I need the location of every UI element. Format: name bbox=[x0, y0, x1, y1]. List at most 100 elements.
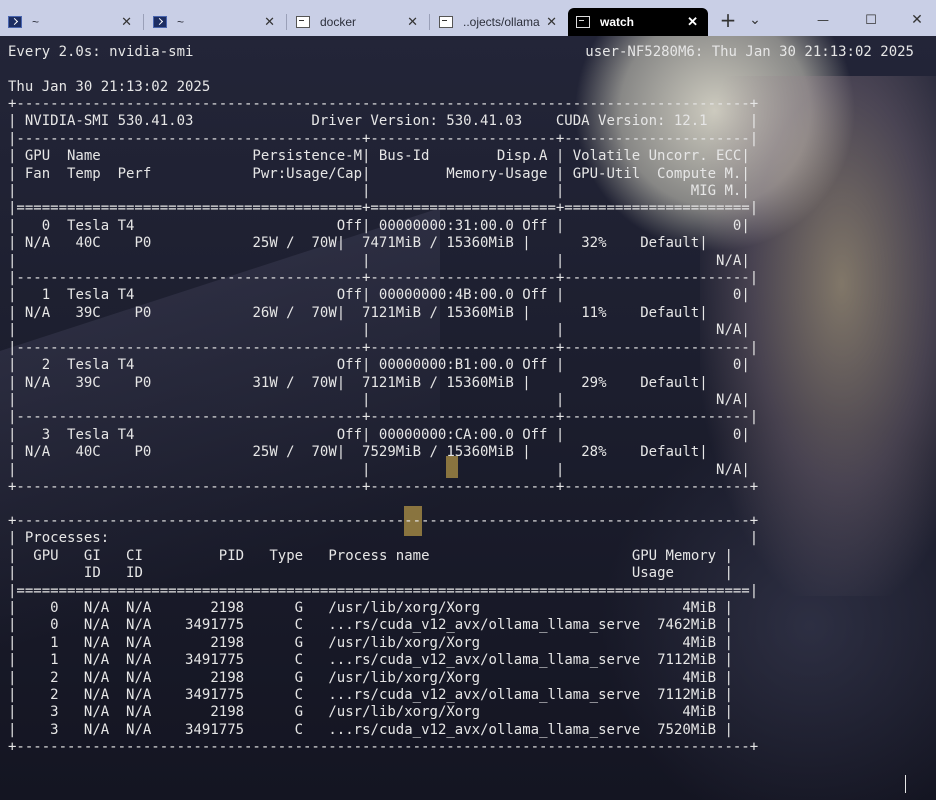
table-line: |=======================================… bbox=[8, 582, 759, 599]
proc-pid: 3491775 bbox=[168, 721, 245, 738]
proc-type: C bbox=[260, 687, 304, 704]
proc-type: C bbox=[260, 617, 304, 634]
col-header: Volatile Uncorr. ECC bbox=[564, 148, 742, 165]
table-line: +---------------------------------------… bbox=[8, 513, 759, 529]
table-line: |---------------------------------------… bbox=[8, 130, 759, 147]
minimize-button[interactable]: — bbox=[808, 8, 838, 32]
proc-pid: 2198 bbox=[168, 669, 245, 686]
gpu-persistence: Off bbox=[252, 357, 363, 374]
gpu-power: 25W / 70W bbox=[151, 444, 337, 461]
col-header bbox=[328, 565, 631, 581]
table-line: | 2 N/A N/A 3491775 C ...rs/cuda_v12_avx… bbox=[8, 687, 733, 704]
proc-gpu: 3 bbox=[33, 721, 59, 738]
gpu-disp: Off bbox=[522, 426, 556, 443]
processes-title: Processes: bbox=[24, 530, 742, 547]
gpu-memory: 7121MiB / 15360MiB bbox=[353, 374, 514, 391]
table-line: |---------------------------------------… bbox=[8, 409, 759, 426]
title-bar: ~ ✕ ~ ✕ docker ✕ ..ojects/ollama ✕ watch… bbox=[0, 0, 936, 36]
table-line: | | | MIG M.| bbox=[8, 183, 750, 200]
proc-ci: N/A bbox=[126, 634, 152, 651]
table-line: +---------------------------------------… bbox=[8, 739, 759, 756]
gpu-disp: Off bbox=[522, 287, 556, 304]
proc-type: G bbox=[260, 669, 304, 686]
table-line: | NVIDIA-SMI 530.41.03 Driver Version: 5… bbox=[8, 113, 759, 130]
window-close-button[interactable]: ✕ bbox=[902, 8, 932, 32]
gpu-perf: P0 bbox=[134, 304, 152, 321]
proc-gi: N/A bbox=[83, 652, 110, 669]
gpu-util: 28% bbox=[539, 444, 607, 461]
col-header: ID bbox=[83, 565, 110, 582]
proc-name: ...rs/cuda_v12_avx/ollama_llama_serve bbox=[328, 617, 641, 634]
close-icon[interactable]: ✕ bbox=[546, 14, 557, 30]
terminal-pane[interactable]: Every 2.0s: nvidia-smi user-NF5280M6: Th… bbox=[0, 36, 936, 800]
gpu-fan: N/A bbox=[24, 374, 59, 391]
tab-powershell-1[interactable]: ~ ✕ bbox=[0, 8, 142, 36]
table-line: | ID ID Usage | bbox=[8, 565, 733, 582]
close-icon[interactable]: ✕ bbox=[264, 14, 275, 30]
table-line: | 3 Tesla T4 Off| 00000000:CA:00.0 Off |… bbox=[8, 426, 750, 443]
table-line: |=======================================… bbox=[8, 200, 759, 217]
gpu-memory: 7529MiB / 15360MiB bbox=[353, 444, 514, 461]
col-header: GPU bbox=[33, 547, 59, 564]
tab-dropdown-button[interactable]: ⌄ bbox=[744, 8, 766, 32]
proc-gi: N/A bbox=[83, 704, 110, 721]
proc-mem: 4MiB bbox=[640, 704, 717, 721]
gpu-persistence: Off bbox=[252, 287, 363, 304]
table-line: | | | N/A| bbox=[8, 391, 750, 408]
gpu-status-table: +---------------------------------------… bbox=[8, 96, 758, 496]
gpu-perf: P0 bbox=[134, 374, 152, 391]
tab-ollama[interactable]: ..ojects/ollama ✕ bbox=[431, 8, 567, 36]
col-header bbox=[236, 183, 362, 199]
proc-gi: N/A bbox=[83, 721, 110, 738]
gpu-id: 0 bbox=[24, 217, 51, 234]
proc-name: /usr/lib/xorg/Xorg bbox=[328, 704, 641, 721]
gpu-util: 11% bbox=[539, 304, 607, 321]
gpu-memory: 7121MiB / 15360MiB bbox=[353, 304, 514, 321]
table-line: | 2 Tesla T4 Off| 00000000:B1:00.0 Off |… bbox=[8, 357, 750, 374]
proc-gpu: 1 bbox=[33, 634, 59, 651]
close-icon[interactable]: ✕ bbox=[687, 14, 698, 30]
gpu-temp: 40C bbox=[67, 444, 101, 461]
proc-gi: N/A bbox=[83, 617, 110, 634]
tab-label: ~ bbox=[177, 15, 185, 29]
proc-gi: N/A bbox=[83, 669, 110, 686]
tab-docker[interactable]: docker ✕ bbox=[288, 8, 428, 36]
proc-ci: N/A bbox=[126, 600, 152, 617]
terminal-icon bbox=[439, 16, 453, 28]
gpu-power: 26W / 70W bbox=[151, 304, 337, 321]
smi-version-line: NVIDIA-SMI 530.41.03 Driver Version: 530… bbox=[24, 113, 742, 130]
tab-powershell-2[interactable]: ~ ✕ bbox=[145, 8, 285, 36]
gpu-name: Tesla T4 bbox=[67, 426, 253, 443]
col-header: Pwr:Usage/Cap bbox=[235, 165, 363, 182]
table-line: | Fan Temp Perf Pwr:Usage/Cap| Memory-Us… bbox=[8, 165, 750, 182]
watch-command-line: Every 2.0s: nvidia-smi bbox=[8, 44, 194, 60]
proc-gi: N/A bbox=[83, 634, 110, 651]
gpu-bus-id: 00000000:B1:00.0 bbox=[378, 357, 514, 374]
gpu-fan: N/A bbox=[24, 444, 59, 461]
proc-mem: 4MiB bbox=[640, 600, 717, 617]
gpu-name: Tesla T4 bbox=[67, 357, 253, 374]
new-tab-button[interactable]: + bbox=[714, 8, 742, 32]
proc-name: /usr/lib/xorg/Xorg bbox=[328, 634, 641, 651]
table-line: | 2 N/A N/A 2198 G /usr/lib/xorg/Xorg 4M… bbox=[8, 669, 733, 686]
proc-mem: 4MiB bbox=[640, 634, 717, 651]
tab-divider bbox=[143, 14, 144, 30]
gpu-disp: Off bbox=[522, 217, 556, 234]
gpu-mig: N/A bbox=[572, 461, 742, 478]
gpu-bus-id: 00000000:31:00.0 bbox=[378, 217, 514, 234]
proc-ci: N/A bbox=[126, 704, 152, 721]
table-line: +---------------------------------------… bbox=[8, 96, 759, 112]
proc-mem: 7112MiB bbox=[640, 687, 717, 704]
maximize-button[interactable]: ☐ bbox=[856, 8, 886, 32]
close-icon[interactable]: ✕ bbox=[407, 14, 418, 30]
table-line: | N/A 39C P0 26W / 70W| 7121MiB / 15360M… bbox=[8, 304, 708, 321]
proc-gi: N/A bbox=[83, 600, 110, 617]
gpu-temp: 39C bbox=[67, 304, 101, 321]
col-header: Process name bbox=[328, 547, 632, 564]
tab-watch[interactable]: watch ✕ bbox=[568, 8, 708, 36]
proc-mem: 7462MiB bbox=[640, 617, 717, 634]
close-icon[interactable]: ✕ bbox=[121, 14, 132, 30]
tab-divider bbox=[429, 14, 430, 30]
tab-label: docker bbox=[320, 15, 357, 29]
proc-type: C bbox=[260, 652, 304, 669]
